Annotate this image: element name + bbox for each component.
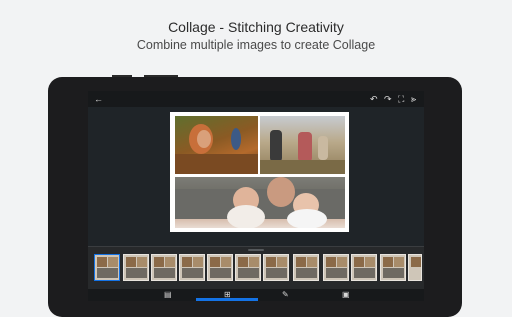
person-figure (318, 136, 328, 160)
app-screen: ← ↶ ↷ ⛶ ⪢ ▤ ⊞ ✎ ▣ (88, 91, 424, 301)
editing-canvas (88, 107, 424, 261)
layout-thumbnail[interactable] (293, 254, 319, 281)
strip-divider (88, 246, 424, 247)
layout-thumbnail[interactable] (408, 254, 422, 281)
layout-icon[interactable]: ▤ (164, 290, 172, 300)
baby-body (227, 205, 265, 228)
photo-icon[interactable]: ▣ (342, 290, 350, 300)
child-figure (197, 130, 211, 148)
layout-thumbnail[interactable] (351, 254, 377, 281)
layout-thumbnail[interactable] (94, 254, 120, 281)
share-icon[interactable]: ⪢ (411, 93, 416, 105)
back-arrow-icon[interactable]: ← (94, 93, 103, 105)
promo-subline: Combine multiple images to create Collag… (136, 38, 376, 52)
promo-header: Collage - Stitching Creativity Combine m… (0, 0, 512, 70)
promo-headline: Collage - Stitching Creativity (168, 19, 344, 35)
fullscreen-icon[interactable]: ⛶ (398, 93, 404, 105)
collage-photo[interactable] (175, 116, 258, 174)
layout-thumbnail[interactable] (235, 254, 261, 281)
layout-thumbnail[interactable] (123, 254, 149, 281)
field (260, 160, 345, 174)
drag-handle[interactable] (248, 249, 264, 251)
child-figure (231, 128, 241, 150)
layout-thumbnail[interactable] (380, 254, 406, 281)
layout-thumbnail[interactable] (179, 254, 205, 281)
brush-icon[interactable]: ✎ (282, 290, 289, 300)
person-figure (270, 130, 282, 162)
collage-photo[interactable] (175, 177, 345, 228)
layout-thumbnail[interactable] (263, 254, 289, 281)
layout-thumbnail[interactable] (323, 254, 349, 281)
undo-icon[interactable]: ↶ (370, 93, 378, 105)
layout-thumbnail[interactable] (207, 254, 233, 281)
device-button (144, 75, 178, 77)
mother-face (267, 177, 295, 207)
collage-board[interactable] (170, 112, 349, 232)
layout-thumbnail[interactable] (151, 254, 177, 281)
collage-photo[interactable] (260, 116, 345, 174)
device-button (112, 75, 132, 77)
redo-icon[interactable]: ↷ (384, 93, 392, 105)
ground (175, 154, 258, 174)
person-figure (298, 132, 312, 162)
baby-body (287, 209, 327, 228)
